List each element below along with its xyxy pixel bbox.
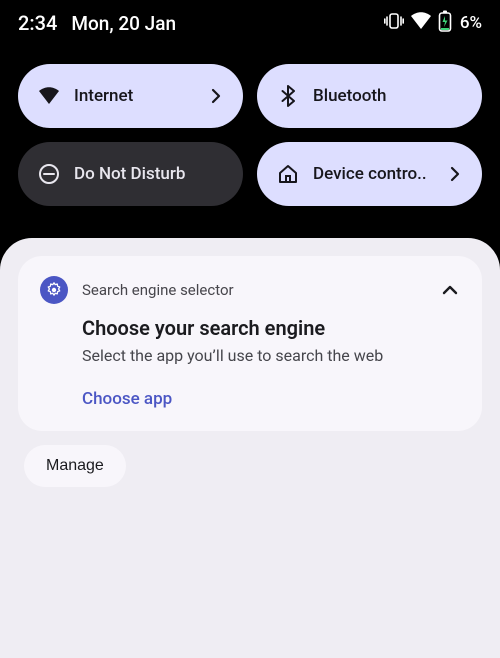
wifi-icon (38, 85, 60, 107)
notification-text: Select the app you’ll use to search the … (82, 346, 460, 365)
qs-tile-bluetooth[interactable]: Bluetooth (257, 64, 482, 128)
qs-tile-dnd[interactable]: Do Not Disturb (18, 142, 243, 206)
battery-icon (438, 10, 452, 36)
notification-shade: Search engine selector Choose your searc… (0, 238, 500, 658)
home-icon (277, 163, 299, 185)
qs-tile-label: Internet (74, 86, 193, 106)
notification-footer: Manage (18, 431, 482, 501)
notification-action[interactable]: Choose app (82, 389, 172, 409)
notification-body: Choose your search engine Select the app… (40, 304, 460, 409)
status-right: 6% (384, 10, 482, 36)
status-bar: 2:34 Mon, 20 Jan 6% (0, 0, 500, 42)
quick-settings-grid: Internet Bluetooth Do Not Disturb Device… (0, 42, 500, 206)
wifi-icon (410, 12, 432, 34)
vibrate-icon (384, 12, 404, 34)
qs-tile-device-controls[interactable]: Device contro.. (257, 142, 482, 206)
notification-header: Search engine selector (40, 276, 460, 304)
clock: 2:34 (18, 11, 57, 35)
status-date: Mon, 20 Jan (71, 12, 176, 35)
dnd-icon (38, 163, 60, 185)
qs-tile-internet[interactable]: Internet (18, 64, 243, 128)
qs-tile-label: Device contro.. (313, 164, 432, 184)
notification-title: Choose your search engine (82, 316, 460, 340)
chevron-right-icon (207, 87, 225, 105)
bluetooth-icon (277, 85, 299, 107)
chevron-right-icon (446, 165, 464, 183)
status-left: 2:34 Mon, 20 Jan (18, 11, 176, 35)
qs-tile-label: Bluetooth (313, 86, 464, 106)
gear-icon (40, 276, 68, 304)
manage-button[interactable]: Manage (24, 445, 126, 487)
notification-app-name: Search engine selector (82, 281, 426, 299)
battery-percent: 6% (460, 13, 482, 33)
chevron-up-icon[interactable] (440, 280, 460, 300)
qs-tile-label: Do Not Disturb (74, 164, 225, 184)
notification-card[interactable]: Search engine selector Choose your searc… (18, 256, 482, 431)
